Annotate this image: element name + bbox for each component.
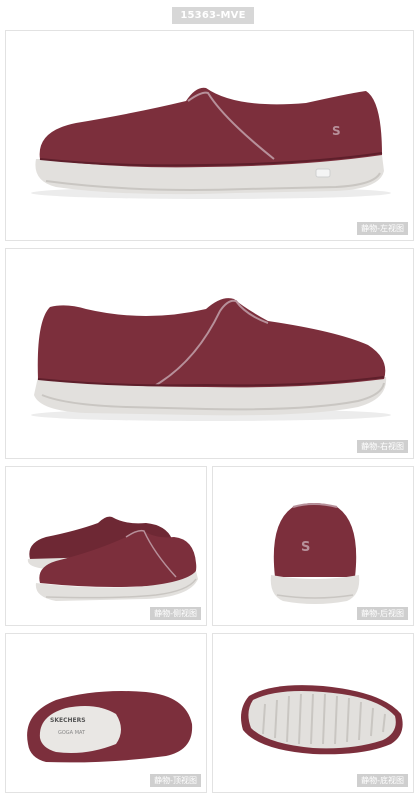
view-label-right: 静物-右视图 (357, 440, 408, 453)
sku-badge: 15363-MVE (172, 7, 254, 24)
panel-bottom-view: 静物-底视图 (212, 633, 414, 793)
panel-side-view: 静物-侧视图 (5, 466, 207, 626)
view-label-top: 静物-顶视图 (150, 774, 201, 787)
svg-text:S: S (301, 540, 310, 555)
shoe-left-view-image: S (31, 87, 391, 199)
view-label-side: 静物-侧视图 (150, 607, 201, 620)
insole-brand-text: SKECHERS (50, 717, 86, 724)
svg-text:S: S (332, 124, 341, 138)
panel-top-view: SKECHERS GOGA MAT 静物-顶视图 (5, 633, 207, 793)
shoe-side-pair-view-image (27, 516, 198, 601)
view-label-back: 静物-后视图 (357, 607, 408, 620)
panel-left-view: S 静物-左视图 (5, 30, 414, 241)
shoe-right-view-image (31, 298, 391, 421)
view-label-bottom: 静物-底视图 (357, 774, 408, 787)
panel-back-view: S 静物-后视图 (212, 466, 414, 626)
panel-right-view: 静物-右视图 (5, 248, 414, 459)
shoe-back-view-image: S (270, 503, 360, 604)
insole-mat-text: GOGA MAT (58, 730, 86, 736)
view-label-left: 静物-左视图 (357, 222, 408, 235)
shoe-bottom-view-image (241, 685, 403, 755)
shoe-top-view-image: SKECHERS GOGA MAT (27, 691, 193, 763)
